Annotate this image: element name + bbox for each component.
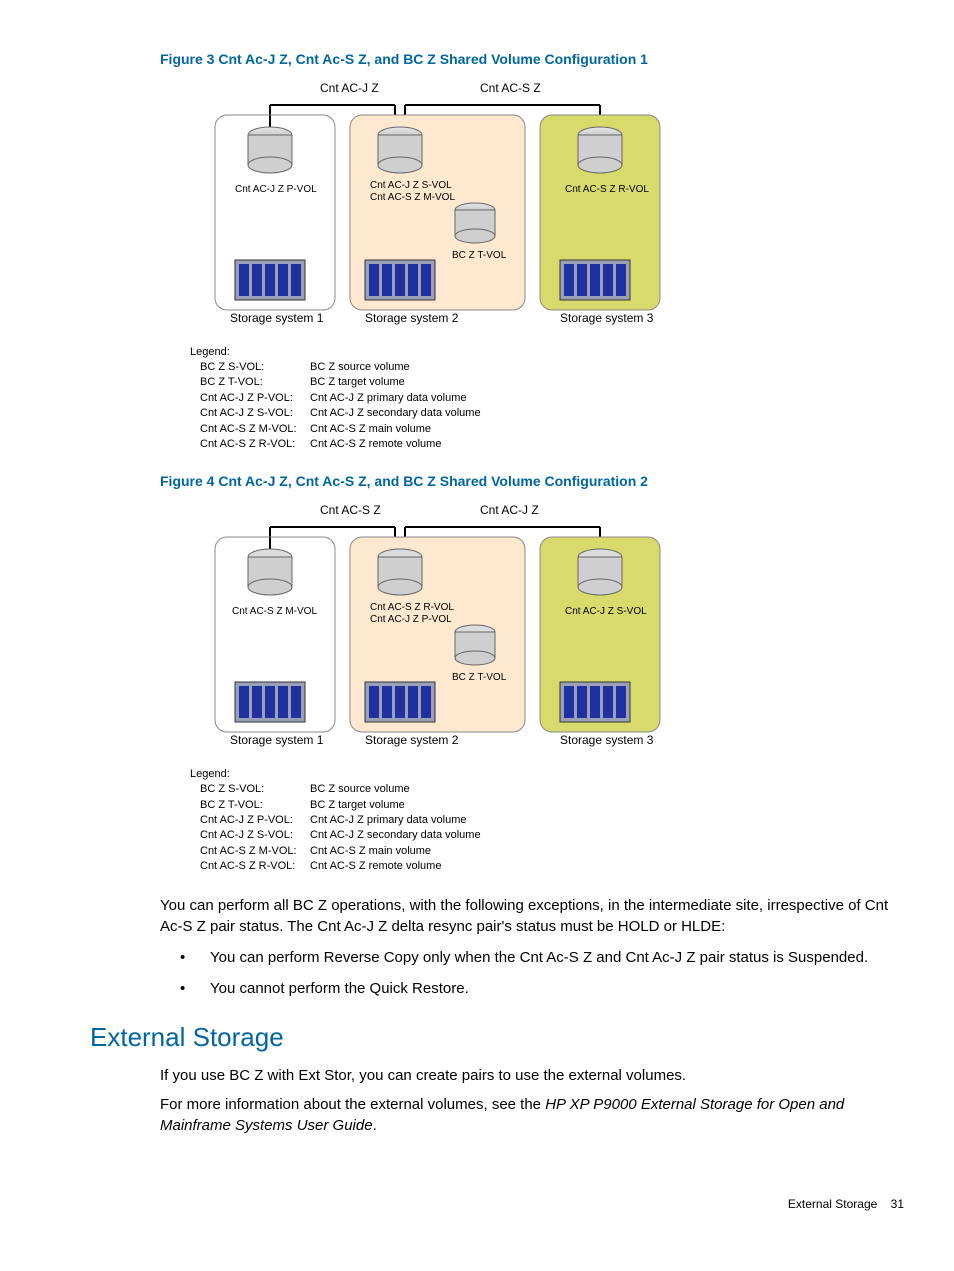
fig4-vol3: Cnt AC-J Z S-VOL — [565, 606, 647, 617]
fig3-sys2: Storage system 2 — [365, 311, 459, 325]
fig3-vol2a: Cnt AC-J Z S-VOL — [370, 180, 452, 191]
figure3-title: Figure 3 Cnt Ac-J Z, Cnt Ac-S Z, and BC … — [160, 50, 904, 70]
fig4-vol2c: BC Z T-VOL — [452, 672, 507, 683]
figure4-title: Figure 4 Cnt Ac-J Z, Cnt Ac-S Z, and BC … — [160, 472, 904, 492]
para1: You can perform all BC Z operations, wit… — [160, 895, 904, 937]
section-heading-external-storage: External Storage — [90, 1019, 904, 1055]
page-footer: External Storage 31 — [50, 1196, 904, 1213]
fig3-top1: Cnt AC-J Z — [320, 81, 379, 95]
fig3-vol1: Cnt AC-J Z P-VOL — [235, 184, 317, 195]
exceptions-list: You can perform Reverse Copy only when t… — [180, 947, 904, 999]
fig3-vol2b: Cnt AC-S Z M-VOL — [370, 192, 455, 203]
fig4-sys1: Storage system 1 — [230, 733, 324, 747]
fig4-vol1: Cnt AC-S Z M-VOL — [232, 606, 317, 617]
fig4-sys2: Storage system 2 — [365, 733, 459, 747]
fig3-vol2c: BC Z T-VOL — [452, 250, 507, 261]
figure3-diagram: Cnt AC-J Z Cnt AC-S Z BC Z Cnt AC-J Z P-… — [190, 80, 904, 330]
fig3-top2: Cnt AC-S Z — [480, 81, 541, 95]
fig4-vol2b: Cnt AC-J Z P-VOL — [370, 614, 452, 625]
fig4-sys3: Storage system 3 — [560, 733, 654, 747]
figure4-diagram: Cnt AC-S Z Cnt AC-J Z BC Z Cnt AC-S Z M-… — [190, 502, 904, 752]
fig3-sys3: Storage system 3 — [560, 311, 654, 325]
figure4-legend: Legend: BC Z S-VOL:BC Z source volume BC… — [190, 767, 904, 875]
fig4-top2: Cnt AC-J Z — [480, 503, 539, 517]
fig3-vol3: Cnt AC-S Z R-VOL — [565, 184, 649, 195]
figure3-legend: Legend: BC Z S-VOL:BC Z source volume BC… — [190, 345, 904, 453]
footer-section: External Storage — [788, 1197, 877, 1211]
footer-page-number: 31 — [891, 1197, 904, 1211]
para3: For more information about the external … — [160, 1094, 904, 1136]
fig4-vol2a: Cnt AC-S Z R-VOL — [370, 602, 454, 613]
list-item: You cannot perform the Quick Restore. — [180, 978, 904, 999]
fig3-sys1: Storage system 1 — [230, 311, 324, 325]
fig4-top1: Cnt AC-S Z — [320, 503, 381, 517]
list-item: You can perform Reverse Copy only when t… — [180, 947, 904, 968]
para2: If you use BC Z with Ext Stor, you can c… — [160, 1065, 904, 1086]
